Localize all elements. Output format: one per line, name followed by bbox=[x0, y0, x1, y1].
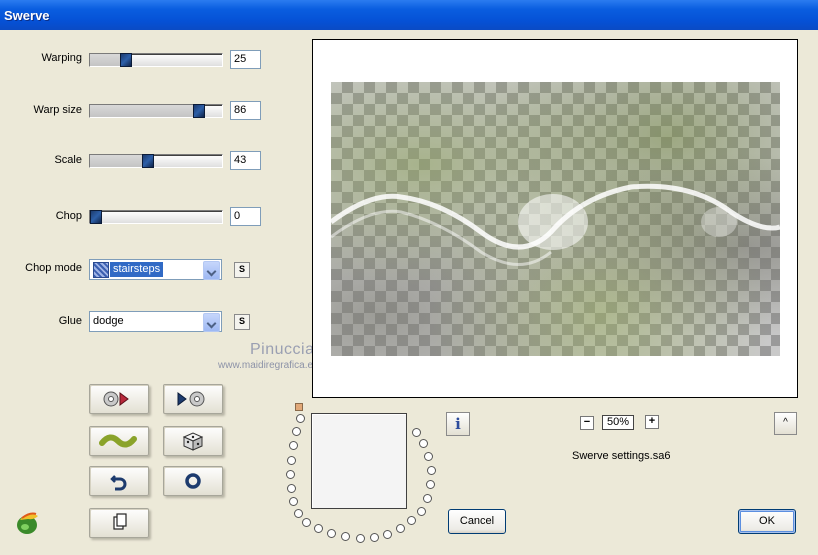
warping-thumb[interactable] bbox=[120, 53, 132, 67]
collapse-button[interactable]: ^ bbox=[774, 412, 797, 435]
scale-thumb[interactable] bbox=[142, 154, 154, 168]
chop-mode-settings-button[interactable]: S bbox=[234, 262, 250, 278]
glue-settings-button[interactable]: S bbox=[234, 314, 250, 330]
warp-size-fill bbox=[90, 105, 193, 117]
navigator-dot[interactable] bbox=[383, 530, 392, 539]
cancel-button[interactable]: Cancel bbox=[448, 509, 506, 534]
navigator-dot[interactable] bbox=[423, 494, 432, 503]
navigator-dot[interactable] bbox=[341, 532, 350, 541]
navigator-dot[interactable] bbox=[287, 484, 296, 493]
settings-filename: Swerve settings.sa6 bbox=[572, 450, 671, 462]
chop-value-field[interactable]: 0 bbox=[230, 207, 261, 226]
navigator-start-marker[interactable] bbox=[295, 403, 303, 411]
chop-slider[interactable] bbox=[89, 210, 223, 224]
navigator-dot[interactable] bbox=[296, 414, 305, 423]
scale-fill bbox=[90, 155, 142, 167]
navigator-dot[interactable] bbox=[417, 507, 426, 516]
navigator-dot[interactable] bbox=[426, 480, 435, 489]
chevron-down-icon[interactable] bbox=[203, 313, 220, 332]
warping-label: Warping bbox=[41, 52, 82, 64]
stairsteps-pattern-icon bbox=[93, 262, 109, 278]
watermark-name: Pinuccia bbox=[250, 341, 315, 358]
chop-mode-label: Chop mode bbox=[25, 262, 82, 274]
disc-play-icon bbox=[103, 391, 129, 407]
undo-icon bbox=[110, 475, 127, 491]
zoom-in-button[interactable]: + bbox=[645, 415, 659, 429]
chevron-down-icon[interactable] bbox=[203, 261, 220, 280]
navigator-dot[interactable] bbox=[302, 518, 311, 527]
ring-icon bbox=[185, 473, 201, 489]
preview-image[interactable] bbox=[331, 82, 780, 356]
scale-label: Scale bbox=[54, 154, 82, 166]
undo-button[interactable] bbox=[89, 466, 149, 496]
navigator-dot[interactable] bbox=[427, 466, 436, 475]
glue-select[interactable]: dodge bbox=[89, 311, 222, 332]
warping-fill bbox=[90, 54, 120, 66]
scale-slider[interactable] bbox=[89, 154, 223, 168]
play-disc-icon bbox=[177, 391, 205, 407]
glue-label: Glue bbox=[58, 315, 82, 327]
navigator-dot[interactable] bbox=[292, 427, 301, 436]
navigator-dot[interactable] bbox=[424, 452, 433, 461]
swerve-wave-effect bbox=[331, 183, 780, 266]
chop-mode-select[interactable]: stairsteps bbox=[89, 259, 222, 280]
warp-size-label: Warp size bbox=[33, 104, 83, 116]
copy-button[interactable] bbox=[89, 508, 149, 538]
dialog-client: Warping 25 Warp size 86 Scale 43 Chop 0 … bbox=[0, 30, 818, 555]
zoom-out-button[interactable]: − bbox=[580, 416, 594, 430]
dice-icon bbox=[182, 432, 204, 451]
warping-value-field[interactable]: 25 bbox=[230, 50, 261, 69]
wave-button[interactable] bbox=[89, 426, 149, 456]
warping-slider[interactable] bbox=[89, 53, 223, 67]
info-button[interactable]: i bbox=[446, 412, 470, 436]
preview-panel bbox=[312, 39, 798, 398]
navigator-dot[interactable] bbox=[419, 439, 428, 448]
navigator-dot[interactable] bbox=[287, 456, 296, 465]
scale-value-field[interactable]: 43 bbox=[230, 151, 261, 170]
navigator-dot[interactable] bbox=[294, 509, 303, 518]
title-bar[interactable]: Swerve bbox=[0, 0, 818, 31]
randomize-button[interactable] bbox=[163, 426, 223, 456]
navigator-dot[interactable] bbox=[412, 428, 421, 437]
copy-pages-icon bbox=[113, 513, 127, 530]
wave-icon bbox=[99, 434, 137, 448]
navigator-dot[interactable] bbox=[407, 516, 416, 525]
warp-size-slider[interactable] bbox=[89, 104, 223, 118]
navigator-dot[interactable] bbox=[396, 524, 405, 533]
chop-label: Chop bbox=[55, 210, 82, 222]
zoom-level: 50% bbox=[602, 415, 634, 430]
reset-button[interactable] bbox=[163, 466, 223, 496]
glue-value: dodge bbox=[93, 315, 124, 327]
watermark-url: www.maidiregrafica.eu bbox=[218, 360, 319, 371]
navigator-dot[interactable] bbox=[356, 534, 365, 543]
navigator-box[interactable] bbox=[311, 413, 407, 509]
chop-mode-value: stairsteps bbox=[110, 262, 164, 277]
navigator-dot[interactable] bbox=[327, 529, 336, 538]
chop-thumb[interactable] bbox=[90, 210, 102, 224]
navigator-dot[interactable] bbox=[370, 533, 379, 542]
warp-size-thumb[interactable] bbox=[193, 104, 205, 118]
navigator-dot[interactable] bbox=[286, 470, 295, 479]
ok-button[interactable]: OK bbox=[738, 509, 796, 534]
warp-size-value-field[interactable]: 86 bbox=[230, 101, 261, 120]
navigator-dot[interactable] bbox=[314, 524, 323, 533]
navigator-dot[interactable] bbox=[289, 497, 298, 506]
load-preset-button[interactable] bbox=[89, 384, 149, 414]
window-title: Swerve bbox=[4, 8, 50, 23]
navigator-dot[interactable] bbox=[289, 441, 298, 450]
save-preset-button[interactable] bbox=[163, 384, 223, 414]
plugin-logo-icon bbox=[17, 512, 38, 534]
